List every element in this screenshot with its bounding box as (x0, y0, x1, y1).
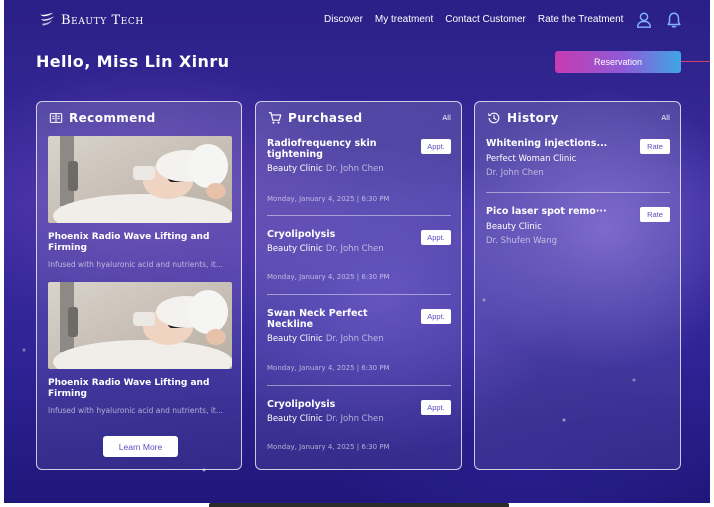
history-item[interactable]: Pico laser spot remo··· Beauty Clinic Dr… (486, 206, 670, 256)
history-clock-icon (488, 112, 500, 124)
brand-name: Beauty Tech (61, 12, 144, 28)
purchased-item-date: Monday, January 4, 2025 | 6:30 PM (267, 364, 390, 372)
divider (486, 192, 670, 193)
appointment-button[interactable]: Appt. (421, 400, 451, 415)
nav-discover[interactable]: Discover (324, 14, 363, 25)
clinic-name: Beauty Clinic (267, 334, 323, 344)
history-item-clinic: Beauty Clinic (486, 222, 542, 232)
recommend-image-2[interactable] (48, 282, 232, 369)
history-item-title: Whitening injections... (486, 138, 608, 149)
bell-icon[interactable] (665, 11, 683, 29)
purchased-item-clinic: Beauty Clinic Dr. John Chen (267, 244, 451, 254)
history-item-doctor: Dr. Shufen Wang (486, 236, 557, 246)
doctor-name: Dr. John Chen (325, 334, 384, 344)
history-item[interactable]: Whitening injections... Perfect Woman Cl… (486, 138, 670, 188)
purchased-item[interactable]: Swan Neck Perfect Neckline Beauty Clinic… (267, 308, 451, 378)
bottom-bar (209, 503, 509, 507)
divider (267, 385, 451, 386)
rate-button[interactable]: Rate (640, 207, 670, 222)
swan-logo-icon (39, 12, 55, 26)
history-all-link[interactable]: All (661, 114, 670, 122)
history-item-doctor: Dr. John Chen (486, 168, 544, 178)
top-nav: Discover My treatment Contact Customer R… (324, 14, 635, 25)
clinic-name: Beauty Clinic (267, 244, 323, 254)
purchased-item-date: Monday, January 4, 2025 | 6:30 PM (267, 443, 390, 451)
history-title: History (507, 111, 559, 125)
purchased-header: Purchased (268, 111, 362, 125)
purchased-item-clinic: Beauty Clinic Dr. John Chen (267, 334, 451, 344)
purchased-item-title: Cryolipolysis (267, 229, 336, 240)
purchased-item-clinic: Beauty Clinic Dr. John Chen (267, 414, 451, 424)
clinic-name: Beauty Clinic (267, 164, 323, 174)
divider (267, 215, 451, 216)
purchased-title: Purchased (288, 111, 363, 125)
appointment-button[interactable]: Appt. (421, 139, 451, 154)
learn-more-button[interactable]: Learn More (103, 436, 178, 457)
recommend-card-title-1[interactable]: Phoenix Radio Wave Lifting and Firming (48, 232, 232, 254)
app-screen: Beauty Tech Discover My treatment Contac… (4, 0, 710, 503)
recommend-card-desc-2: Infused with hyaluronic acid and nutrien… (48, 406, 224, 415)
recommend-card-desc-1: Infused with hyaluronic acid and nutrien… (48, 260, 224, 269)
appointment-button[interactable]: Appt. (421, 309, 451, 324)
recommend-title: Recommend (69, 111, 156, 125)
treatment-photo (48, 282, 232, 369)
cart-icon (268, 112, 282, 124)
treatment-photo (48, 136, 232, 223)
clinic-name: Beauty Clinic (267, 414, 323, 424)
purchased-item[interactable]: Radiofrequency skin tightening Beauty Cl… (267, 138, 451, 208)
purchased-item-title: Cryolipolysis (267, 399, 336, 410)
purchased-item-date: Monday, January 4, 2025 | 6:30 PM (267, 195, 390, 203)
nav-rate-treatment[interactable]: Rate the Treatment (538, 14, 624, 25)
reservation-button[interactable]: Reservation (555, 51, 681, 73)
purchased-item[interactable]: Cryolipolysis Beauty Clinic Dr. John Chen… (267, 399, 451, 459)
book-icon (49, 113, 63, 123)
recommend-panel: Recommend Phoenix Radio Wave Lifting and… (36, 101, 242, 470)
doctor-name: Dr. John Chen (325, 164, 384, 174)
brand-logo[interactable]: Beauty Tech (38, 11, 144, 29)
purchased-item-clinic: Beauty Clinic Dr. John Chen (267, 164, 451, 174)
recommend-header: Recommend (49, 111, 156, 125)
nav-my-treatment[interactable]: My treatment (375, 14, 433, 25)
doctor-name: Dr. John Chen (325, 244, 384, 254)
user-icon[interactable] (635, 11, 653, 29)
history-panel: History All Whitening injections... Perf… (474, 101, 681, 470)
purchased-item[interactable]: Cryolipolysis Beauty Clinic Dr. John Chen… (267, 229, 451, 289)
divider (267, 294, 451, 295)
purchased-item-date: Monday, January 4, 2025 | 6:30 PM (267, 273, 390, 281)
purchased-item-title: Radiofrequency skin tightening (267, 138, 377, 160)
recommend-card-title-2[interactable]: Phoenix Radio Wave Lifting and Firming (48, 378, 232, 400)
reservation-pointer-line (681, 61, 710, 62)
history-item-title: Pico laser spot remo··· (486, 206, 607, 217)
doctor-name: Dr. John Chen (325, 414, 384, 424)
purchased-item-title: Swan Neck Perfect Neckline (267, 308, 368, 330)
nav-contact-customer[interactable]: Contact Customer (445, 14, 526, 25)
purchased-all-link[interactable]: All (442, 114, 451, 122)
rate-button[interactable]: Rate (640, 139, 670, 154)
recommend-image-1[interactable] (48, 136, 232, 223)
history-item-clinic: Perfect Woman Clinic (486, 154, 577, 164)
greeting-heading: Hello, Miss Lin Xinru (36, 52, 230, 71)
history-header: History (487, 111, 559, 125)
purchased-panel: Purchased All Radiofrequency skin tighte… (255, 101, 462, 470)
appointment-button[interactable]: Appt. (421, 230, 451, 245)
